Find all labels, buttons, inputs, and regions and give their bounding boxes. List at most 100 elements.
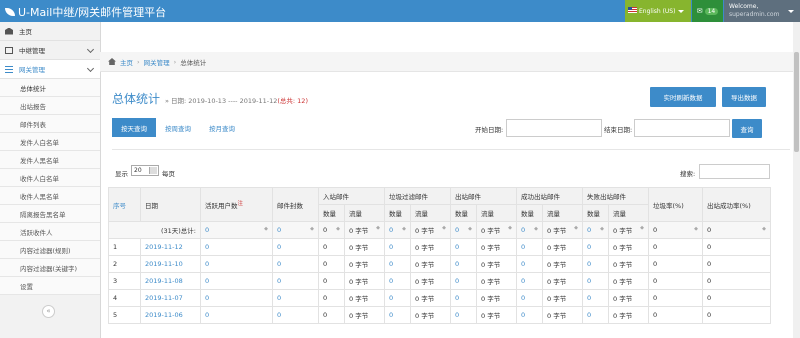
language-selector[interactable]: English (US) (625, 0, 691, 22)
table-cell[interactable]: 0 (200, 289, 273, 307)
table-cell[interactable]: 0 (516, 238, 543, 256)
sort-icon[interactable]: ◆ (762, 226, 766, 232)
cell-value: 0 (587, 277, 592, 285)
table-cell[interactable]: 0 (582, 289, 609, 307)
tab-monthly[interactable]: 按月查询 (200, 118, 244, 137)
scrollbar-thumb[interactable] (794, 52, 799, 152)
sort-icon[interactable]: ◆ (468, 226, 472, 232)
sort-icon[interactable]: ◆ (508, 225, 512, 231)
table-cell[interactable]: 0 (450, 306, 477, 324)
table-cell[interactable]: 0 (582, 238, 609, 256)
col-flow[interactable]: 流量 (542, 204, 583, 222)
col-flow[interactable]: 流量 (476, 204, 517, 222)
table-cell[interactable]: 0 (450, 255, 477, 273)
table-search-input[interactable] (699, 164, 770, 179)
col-active-users[interactable]: 活跃用户数注 (200, 187, 273, 222)
sidebar-subitem[interactable]: 收件人白名单 (0, 169, 100, 187)
table-cell[interactable]: 0 (516, 272, 543, 290)
breadcrumb-section[interactable]: 网关管理 (144, 57, 170, 67)
table-cell[interactable]: 0 (272, 272, 319, 290)
tab-daily[interactable]: 按天查询 (112, 118, 156, 137)
sort-icon[interactable]: ◆ (640, 225, 644, 231)
user-menu[interactable]: Welcome, superadmin.com (724, 0, 800, 22)
col-date[interactable]: 日期 (140, 187, 201, 222)
sidebar-subitem[interactable]: 发件人黑名单 (0, 151, 100, 169)
cell-date[interactable]: 2019-11-12 (140, 238, 201, 256)
table-cell[interactable]: 0 (450, 289, 477, 307)
cell-date[interactable]: 2019-11-06 (140, 306, 201, 324)
start-date-input[interactable] (506, 119, 602, 137)
collapse-sidebar-icon[interactable]: « (42, 305, 55, 318)
table-cell[interactable]: 0 (582, 306, 609, 324)
table-cell[interactable]: 0 (450, 272, 477, 290)
table-cell[interactable]: 0 (450, 238, 477, 256)
table-cell[interactable]: 0 (516, 289, 543, 307)
export-data-button[interactable]: 导出数据 (722, 87, 766, 107)
table-cell[interactable]: 0 (582, 255, 609, 273)
sidebar-subitem[interactable]: 活跃收件人 (0, 223, 100, 241)
sidebar-subitem[interactable]: 内容过滤器(规则) (0, 241, 100, 259)
cell-date[interactable]: 2019-11-10 (140, 255, 201, 273)
sidebar-subitem[interactable]: 总体统计 (0, 79, 100, 97)
cell-date[interactable]: 2019-11-07 (140, 289, 201, 307)
col-out-success-rate[interactable]: 出站成功率(%) (702, 187, 771, 222)
col-count[interactable]: 数量 (450, 204, 477, 222)
cell-date[interactable]: 2019-11-08 (140, 272, 201, 290)
mail-button[interactable]: ✉ 14 (692, 0, 723, 22)
col-count[interactable]: 数量 (516, 204, 543, 222)
sort-icon[interactable]: ◆ (574, 225, 578, 231)
table-cell[interactable]: 0 (200, 272, 273, 290)
table-cell: 0 字节 (344, 238, 385, 256)
sort-icon[interactable]: ◆ (336, 226, 340, 232)
sidebar-subitem[interactable]: 出站报告 (0, 97, 100, 115)
sort-icon[interactable]: ◆ (376, 225, 380, 231)
sort-icon[interactable]: ◆ (264, 226, 268, 232)
breadcrumb-home[interactable]: 主页 (120, 57, 133, 67)
table-cell[interactable]: 0 (516, 255, 543, 273)
col-count[interactable]: 数量 (318, 204, 345, 222)
sort-icon[interactable]: ◆ (442, 225, 446, 231)
table-cell[interactable]: 0 (272, 306, 319, 324)
sort-icon[interactable]: ◆ (402, 226, 406, 232)
sidebar-subitem[interactable]: 设置 (0, 277, 100, 295)
sidebar-subitem[interactable]: 隔离报告黑名单 (0, 205, 100, 223)
table-cell[interactable]: 0 (272, 255, 319, 273)
col-flow[interactable]: 流量 (410, 204, 451, 222)
col-flow[interactable]: 流量 (608, 204, 649, 222)
sidebar-item-relay[interactable]: 中继管理 (0, 41, 100, 60)
table-cell[interactable]: 0 (200, 238, 273, 256)
table-cell[interactable]: 0 (516, 306, 543, 324)
page-size-select[interactable]: 20 (131, 165, 159, 176)
tab-weekly[interactable]: 按周查询 (156, 118, 200, 137)
sort-icon[interactable]: ◆ (600, 226, 604, 232)
table-cell[interactable]: 0 (200, 306, 273, 324)
table-cell[interactable]: 0 (384, 272, 411, 290)
table-cell[interactable]: 0 (384, 289, 411, 307)
sidebar-item-home[interactable]: 主页 (0, 22, 100, 41)
col-no[interactable]: 序号 (108, 187, 141, 222)
refresh-data-button[interactable]: 实时刷新数据 (650, 87, 716, 107)
sidebar-item-gateway[interactable]: 网关管理 (0, 60, 100, 79)
search-button[interactable]: 查询 (732, 119, 762, 138)
col-flow[interactable]: 流量 (344, 204, 385, 222)
col-spam-rate[interactable]: 垃圾率(%) (648, 187, 703, 222)
table-cell[interactable]: 0 (582, 272, 609, 290)
sort-icon[interactable]: ◆ (310, 226, 314, 232)
sort-icon[interactable]: ◆ (694, 226, 698, 232)
table-cell[interactable]: 0 (200, 255, 273, 273)
sidebar-subitem[interactable]: 发件人白名单 (0, 133, 100, 151)
table-cell[interactable]: 0 (272, 238, 319, 256)
col-count[interactable]: 数量 (582, 204, 609, 222)
table-cell[interactable]: 0 (384, 306, 411, 324)
sort-icon[interactable]: ◆ (534, 226, 538, 232)
table-cell[interactable]: 0 (384, 238, 411, 256)
table-cell[interactable]: 0 (272, 289, 319, 307)
col-count[interactable]: 数量 (384, 204, 411, 222)
col-total-mails[interactable]: 邮件封数 (272, 187, 319, 222)
page-scrollbar[interactable] (793, 22, 800, 338)
sidebar-subitem[interactable]: 内容过滤器(关键字) (0, 259, 100, 277)
sidebar-subitem[interactable]: 收件人黑名单 (0, 187, 100, 205)
table-cell[interactable]: 0 (384, 255, 411, 273)
sidebar-subitem[interactable]: 邮件列表 (0, 115, 100, 133)
end-date-input[interactable] (634, 119, 730, 137)
